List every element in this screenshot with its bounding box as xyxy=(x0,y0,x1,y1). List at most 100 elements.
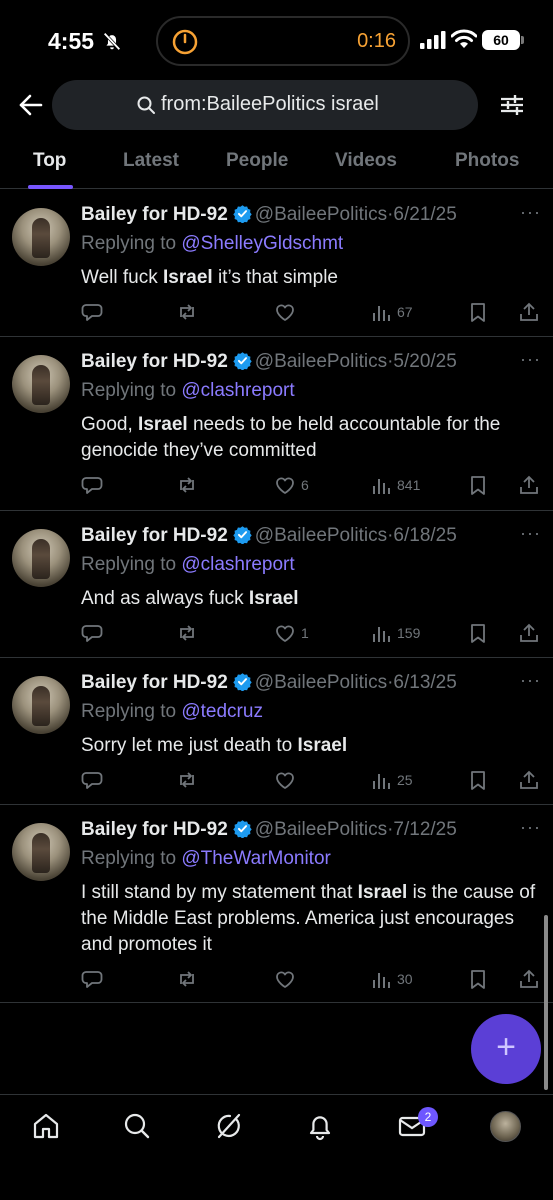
bookmark-button[interactable] xyxy=(467,968,489,990)
replying-to-mention[interactable]: @clashreport xyxy=(181,554,294,575)
reply-icon xyxy=(81,772,103,789)
replying-to-mention[interactable]: @TheWarMonitor xyxy=(181,848,331,869)
share-button[interactable] xyxy=(518,301,540,323)
like-count: 6 xyxy=(301,477,309,493)
bookmark-button[interactable] xyxy=(467,474,489,496)
like-button[interactable] xyxy=(274,769,296,791)
notifications-icon[interactable] xyxy=(305,1111,335,1141)
tweet-date[interactable]: 6/21/25 xyxy=(393,204,456,225)
share-button[interactable] xyxy=(518,474,540,496)
status-bar: 4:55 0:16 60 xyxy=(0,0,553,80)
tab-latest[interactable]: Latest xyxy=(123,150,179,172)
like-button[interactable] xyxy=(274,622,296,644)
tweet-actions: 1 159 xyxy=(0,622,553,646)
more-options-button[interactable]: ··· xyxy=(520,670,541,691)
reply-button[interactable] xyxy=(81,622,103,644)
reply-button[interactable] xyxy=(81,474,103,496)
views-button[interactable] xyxy=(370,622,392,644)
tweet-date[interactable]: 6/18/25 xyxy=(393,525,456,546)
reply-button[interactable] xyxy=(81,769,103,791)
tweet[interactable]: Bailey for HD-92 @BaileePolitics·7/12/25 … xyxy=(0,805,553,1003)
more-options-button[interactable]: ··· xyxy=(520,817,541,838)
tweet-actions: 6 841 xyxy=(0,474,553,498)
author-name[interactable]: Bailey for HD-92 xyxy=(81,819,228,840)
tweet-text-part: Good, xyxy=(81,414,139,435)
tweet[interactable]: Bailey for HD-92 @BaileePolitics·5/20/25 … xyxy=(0,337,553,511)
tweet-text-highlight: Israel xyxy=(163,267,213,288)
replying-to-mention[interactable]: @ShelleyGldschmt xyxy=(181,233,343,254)
author-handle[interactable]: @BaileePolitics xyxy=(255,672,387,693)
bookmark-button[interactable] xyxy=(467,769,489,791)
author-avatar[interactable] xyxy=(12,355,70,413)
more-options-button[interactable]: ··· xyxy=(520,202,541,223)
replying-to-mention[interactable]: @clashreport xyxy=(181,380,294,401)
bookmark-button[interactable] xyxy=(467,301,489,323)
tweet-date[interactable]: 7/12/25 xyxy=(393,819,456,840)
tweet-text-part: it’s that simple xyxy=(212,267,338,288)
tab-videos[interactable]: Videos xyxy=(335,150,397,172)
author-name[interactable]: Bailey for HD-92 xyxy=(81,351,228,372)
more-options-button[interactable]: ··· xyxy=(520,349,541,370)
views-button[interactable] xyxy=(370,301,392,323)
reply-button[interactable] xyxy=(81,301,103,323)
author-name[interactable]: Bailey for HD-92 xyxy=(81,672,228,693)
search-input[interactable]: from:BaileePolitics israel xyxy=(52,80,478,130)
tweet-date[interactable]: 6/13/25 xyxy=(393,672,456,693)
retweet-icon xyxy=(180,971,194,987)
tab-photos[interactable]: Photos xyxy=(455,150,519,172)
retweet-button[interactable] xyxy=(176,968,198,990)
more-options-button[interactable]: ··· xyxy=(520,523,541,544)
scrollbar[interactable] xyxy=(544,915,548,1090)
bookmark-icon xyxy=(471,476,485,495)
reply-button[interactable] xyxy=(81,968,103,990)
battery-nub xyxy=(521,36,524,44)
author-handle[interactable]: @BaileePolitics xyxy=(255,351,387,372)
author-handle[interactable]: @BaileePolitics xyxy=(255,819,387,840)
retweet-button[interactable] xyxy=(176,622,198,644)
retweet-button[interactable] xyxy=(176,769,198,791)
author-avatar[interactable] xyxy=(12,529,70,587)
tweet[interactable]: Bailey for HD-92 @BaileePolitics·6/13/25 … xyxy=(0,658,553,805)
grok-icon[interactable] xyxy=(213,1111,243,1141)
share-button[interactable] xyxy=(518,769,540,791)
retweet-button[interactable] xyxy=(176,474,198,496)
replying-to-mention[interactable]: @tedcruz xyxy=(181,701,263,722)
author-avatar[interactable] xyxy=(12,676,70,734)
retweet-icon xyxy=(180,625,194,641)
tab-people[interactable]: People xyxy=(226,150,288,172)
home-icon[interactable] xyxy=(31,1111,61,1141)
replying-prefix: Replying to xyxy=(81,233,182,254)
tweet[interactable]: Bailey for HD-92 @BaileePolitics·6/21/25 … xyxy=(0,190,553,337)
author-handle[interactable]: @BaileePolitics xyxy=(255,204,387,225)
like-button[interactable] xyxy=(274,474,296,496)
search-query[interactable]: from:BaileePolitics israel xyxy=(161,93,379,116)
views-button[interactable] xyxy=(370,769,392,791)
explore-icon[interactable] xyxy=(122,1111,152,1141)
views-icon xyxy=(373,479,390,494)
avatar-figure xyxy=(32,686,50,726)
tab-top[interactable]: Top xyxy=(33,150,66,172)
tweet[interactable]: Bailey for HD-92 @BaileePolitics·6/18/25 … xyxy=(0,511,553,658)
back-arrow-icon[interactable] xyxy=(18,92,44,118)
like-button[interactable] xyxy=(274,301,296,323)
replying-to: Replying to @clashreport xyxy=(81,380,295,402)
author-handle[interactable]: @BaileePolitics xyxy=(255,525,387,546)
views-button[interactable] xyxy=(370,474,392,496)
author-name[interactable]: Bailey for HD-92 xyxy=(81,204,228,225)
tweet-date[interactable]: 5/20/25 xyxy=(393,351,456,372)
search-tabs: Top Latest People Videos Photos xyxy=(0,140,553,189)
share-button[interactable] xyxy=(518,622,540,644)
bookmark-button[interactable] xyxy=(467,622,489,644)
views-button[interactable] xyxy=(370,968,392,990)
tweet-text: And as always fuck Israel xyxy=(81,586,541,612)
author-name[interactable]: Bailey for HD-92 xyxy=(81,525,228,546)
retweet-button[interactable] xyxy=(176,301,198,323)
profile-avatar[interactable] xyxy=(490,1111,521,1142)
filter-icon[interactable] xyxy=(499,92,525,118)
compose-button[interactable]: + xyxy=(471,1014,541,1084)
author-avatar[interactable] xyxy=(12,208,70,266)
share-button[interactable] xyxy=(518,968,540,990)
messages-badge: 2 xyxy=(418,1107,438,1127)
like-button[interactable] xyxy=(274,968,296,990)
author-avatar[interactable] xyxy=(12,823,70,881)
